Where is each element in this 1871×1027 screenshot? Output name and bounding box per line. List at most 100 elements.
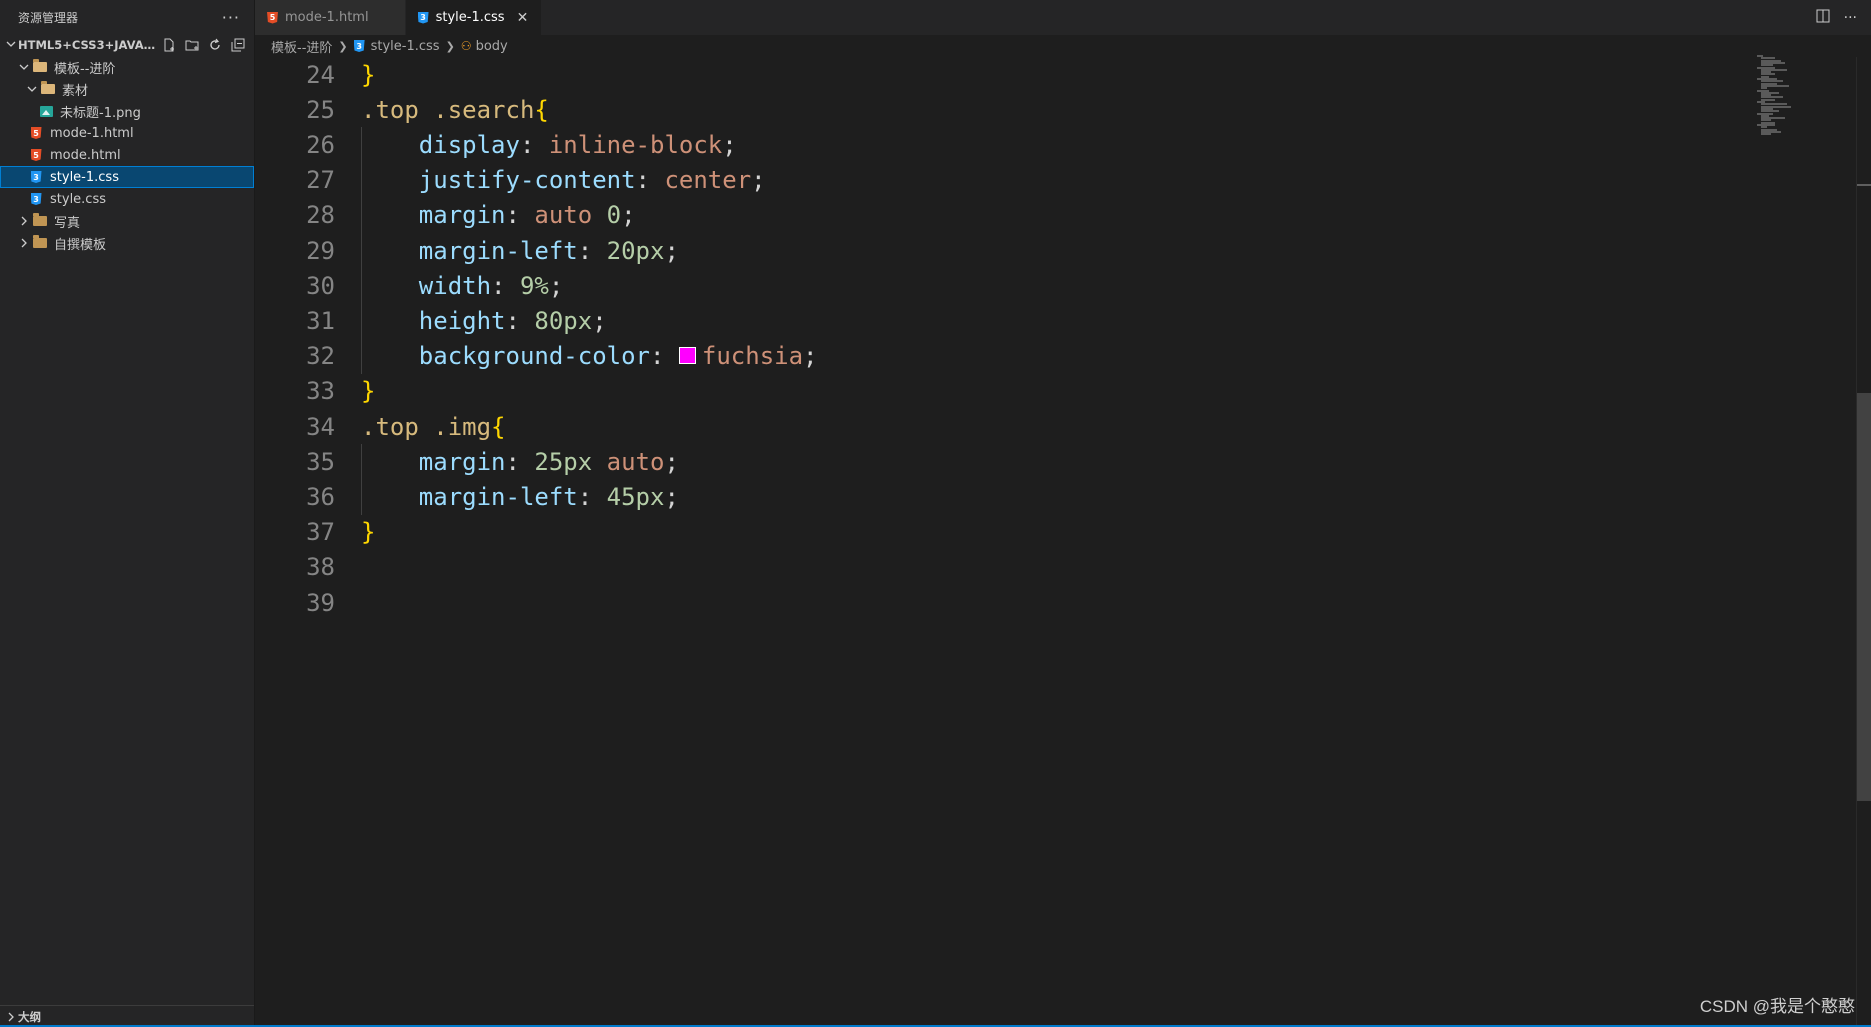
tab-mode-1-html[interactable]: 5 mode-1.html × — [255, 0, 406, 35]
code-token: ; — [621, 201, 636, 230]
more-actions-icon[interactable]: ··· — [222, 8, 240, 27]
tree-item[interactable]: 自撰模板 — [0, 232, 254, 254]
tree-item-label: 写真 — [54, 215, 81, 231]
code-text: margin-left: 20px; — [361, 237, 679, 265]
split-editor-icon[interactable] — [1816, 9, 1830, 27]
code-token: { — [534, 95, 549, 124]
line-number: 24 — [306, 60, 335, 89]
tree-item[interactable]: 5 mode-1.html — [0, 122, 254, 144]
code-token: justify-content — [418, 166, 636, 195]
code-token: display — [418, 130, 520, 159]
workspace-header[interactable]: HTML5+CSS3+JAVASCRI... — [0, 34, 254, 56]
code-text: display: inline-block; — [361, 131, 737, 159]
breadcrumb-folder[interactable]: 模板--进阶 — [271, 37, 332, 56]
minimap-line — [1761, 133, 1771, 136]
tab-label: mode-1.html — [285, 10, 369, 25]
code-line: 27 justify-content: center; — [255, 163, 766, 198]
tree-item-label: style.css — [50, 191, 106, 207]
folder-icon — [32, 213, 48, 229]
new-folder-icon[interactable] — [184, 37, 200, 53]
code-text: } — [361, 377, 375, 405]
chevron-right-icon: ❯ — [445, 39, 455, 53]
tree-item[interactable]: 3 style.css — [0, 188, 254, 210]
line-number: 32 — [306, 342, 335, 371]
image-file-icon — [38, 103, 54, 119]
code-line: 38 — [255, 550, 335, 585]
folder-icon — [32, 235, 48, 251]
tree-item[interactable]: 未标题-1.png — [0, 100, 254, 122]
breadcrumb-folder-label: 模板--进阶 — [271, 40, 333, 56]
tab-style-1-css[interactable]: 3 style-1.css ✕ — [405, 0, 542, 35]
tree-item[interactable]: 素材 — [0, 78, 254, 100]
code-token: 45px — [606, 482, 665, 511]
line-number: 39 — [306, 588, 335, 617]
code-token: margin — [418, 447, 506, 476]
tree-item[interactable]: 模板--进阶 — [0, 56, 254, 78]
code-token: background-color — [418, 342, 650, 371]
file-tree: 模板--进阶 素材 未标题-1.png 5 mode-1.html 5 mode.html 3… — [0, 56, 254, 254]
tree-item[interactable]: 写真 — [0, 210, 254, 232]
code-token: margin-left — [418, 236, 578, 265]
indent-guide — [361, 127, 362, 374]
code-token: height — [418, 306, 506, 335]
refresh-icon[interactable] — [207, 37, 223, 53]
code-token: } — [361, 377, 376, 406]
symbol-structure-icon: ⚇ — [460, 39, 472, 53]
css-file-icon: 3 — [417, 11, 429, 24]
new-file-icon[interactable] — [161, 37, 177, 53]
more-actions-icon[interactable]: ··· — [1844, 10, 1857, 26]
breadcrumb-file-label: style-1.css — [370, 38, 440, 54]
code-token: 25px — [534, 447, 593, 476]
code-text: margin-left: 45px; — [361, 483, 679, 511]
code-text: } — [361, 518, 375, 546]
code-token: : — [491, 271, 520, 300]
breadcrumb: 模板--进阶 ❯ 3 style-1.css ❯ ⚇ body — [255, 35, 1871, 57]
code-token: : — [505, 306, 535, 335]
close-icon[interactable]: ✕ — [515, 10, 531, 26]
code-token: ; — [803, 342, 818, 371]
code-token: : — [505, 201, 535, 230]
code-token: width — [418, 271, 492, 300]
code-line: 24} — [255, 57, 375, 92]
code-text: } — [361, 61, 375, 89]
line-number: 26 — [306, 130, 335, 159]
explorer-title: 资源管理器 — [18, 10, 79, 25]
explorer-sidebar: 资源管理器 ··· HTML5+CSS3+JAVASCRI... 模板--进阶素… — [0, 0, 255, 1027]
line-number: 37 — [306, 518, 335, 547]
code-editor[interactable]: 24} 25 .top .search{26 display: inline-blo… — [255, 57, 1855, 1027]
scrollbar-thumb[interactable] — [1857, 393, 1871, 801]
code-token: ; — [751, 166, 766, 195]
code-line: 33} — [255, 374, 375, 409]
css-file-icon: 3 — [28, 191, 44, 207]
color-swatch[interactable] — [678, 346, 696, 364]
line-number: 25 — [306, 95, 335, 124]
code-token: : — [505, 447, 535, 476]
line-number: 31 — [306, 306, 335, 335]
tree-item[interactable]: 5 mode.html — [0, 144, 254, 166]
code-token: margin-left — [418, 482, 578, 511]
chevron-down-icon — [4, 39, 18, 52]
breadcrumb-symbol-label: body — [475, 38, 508, 54]
collapse-all-icon[interactable] — [230, 37, 246, 53]
breadcrumb-symbol[interactable]: ⚇ body — [461, 39, 508, 54]
code-token: } — [361, 60, 376, 89]
chevron-right-icon: ❯ — [338, 39, 348, 53]
code-token: : — [649, 342, 679, 371]
code-line: 28 margin: auto 0; — [255, 198, 635, 233]
chevron-down-icon — [16, 62, 32, 72]
minimap[interactable] — [1755, 55, 1850, 136]
explorer-header: 资源管理器 ··· — [0, 0, 254, 34]
outline-section[interactable]: 大纲 — [0, 1005, 254, 1027]
tree-item[interactable]: 3 style-1.css — [0, 166, 254, 188]
code-line: 30 width: 9%; — [255, 268, 563, 303]
css-file-icon: 3 — [28, 169, 44, 185]
tree-item-label: mode.html — [50, 147, 121, 163]
breadcrumb-file[interactable]: 3 style-1.css — [353, 38, 440, 54]
